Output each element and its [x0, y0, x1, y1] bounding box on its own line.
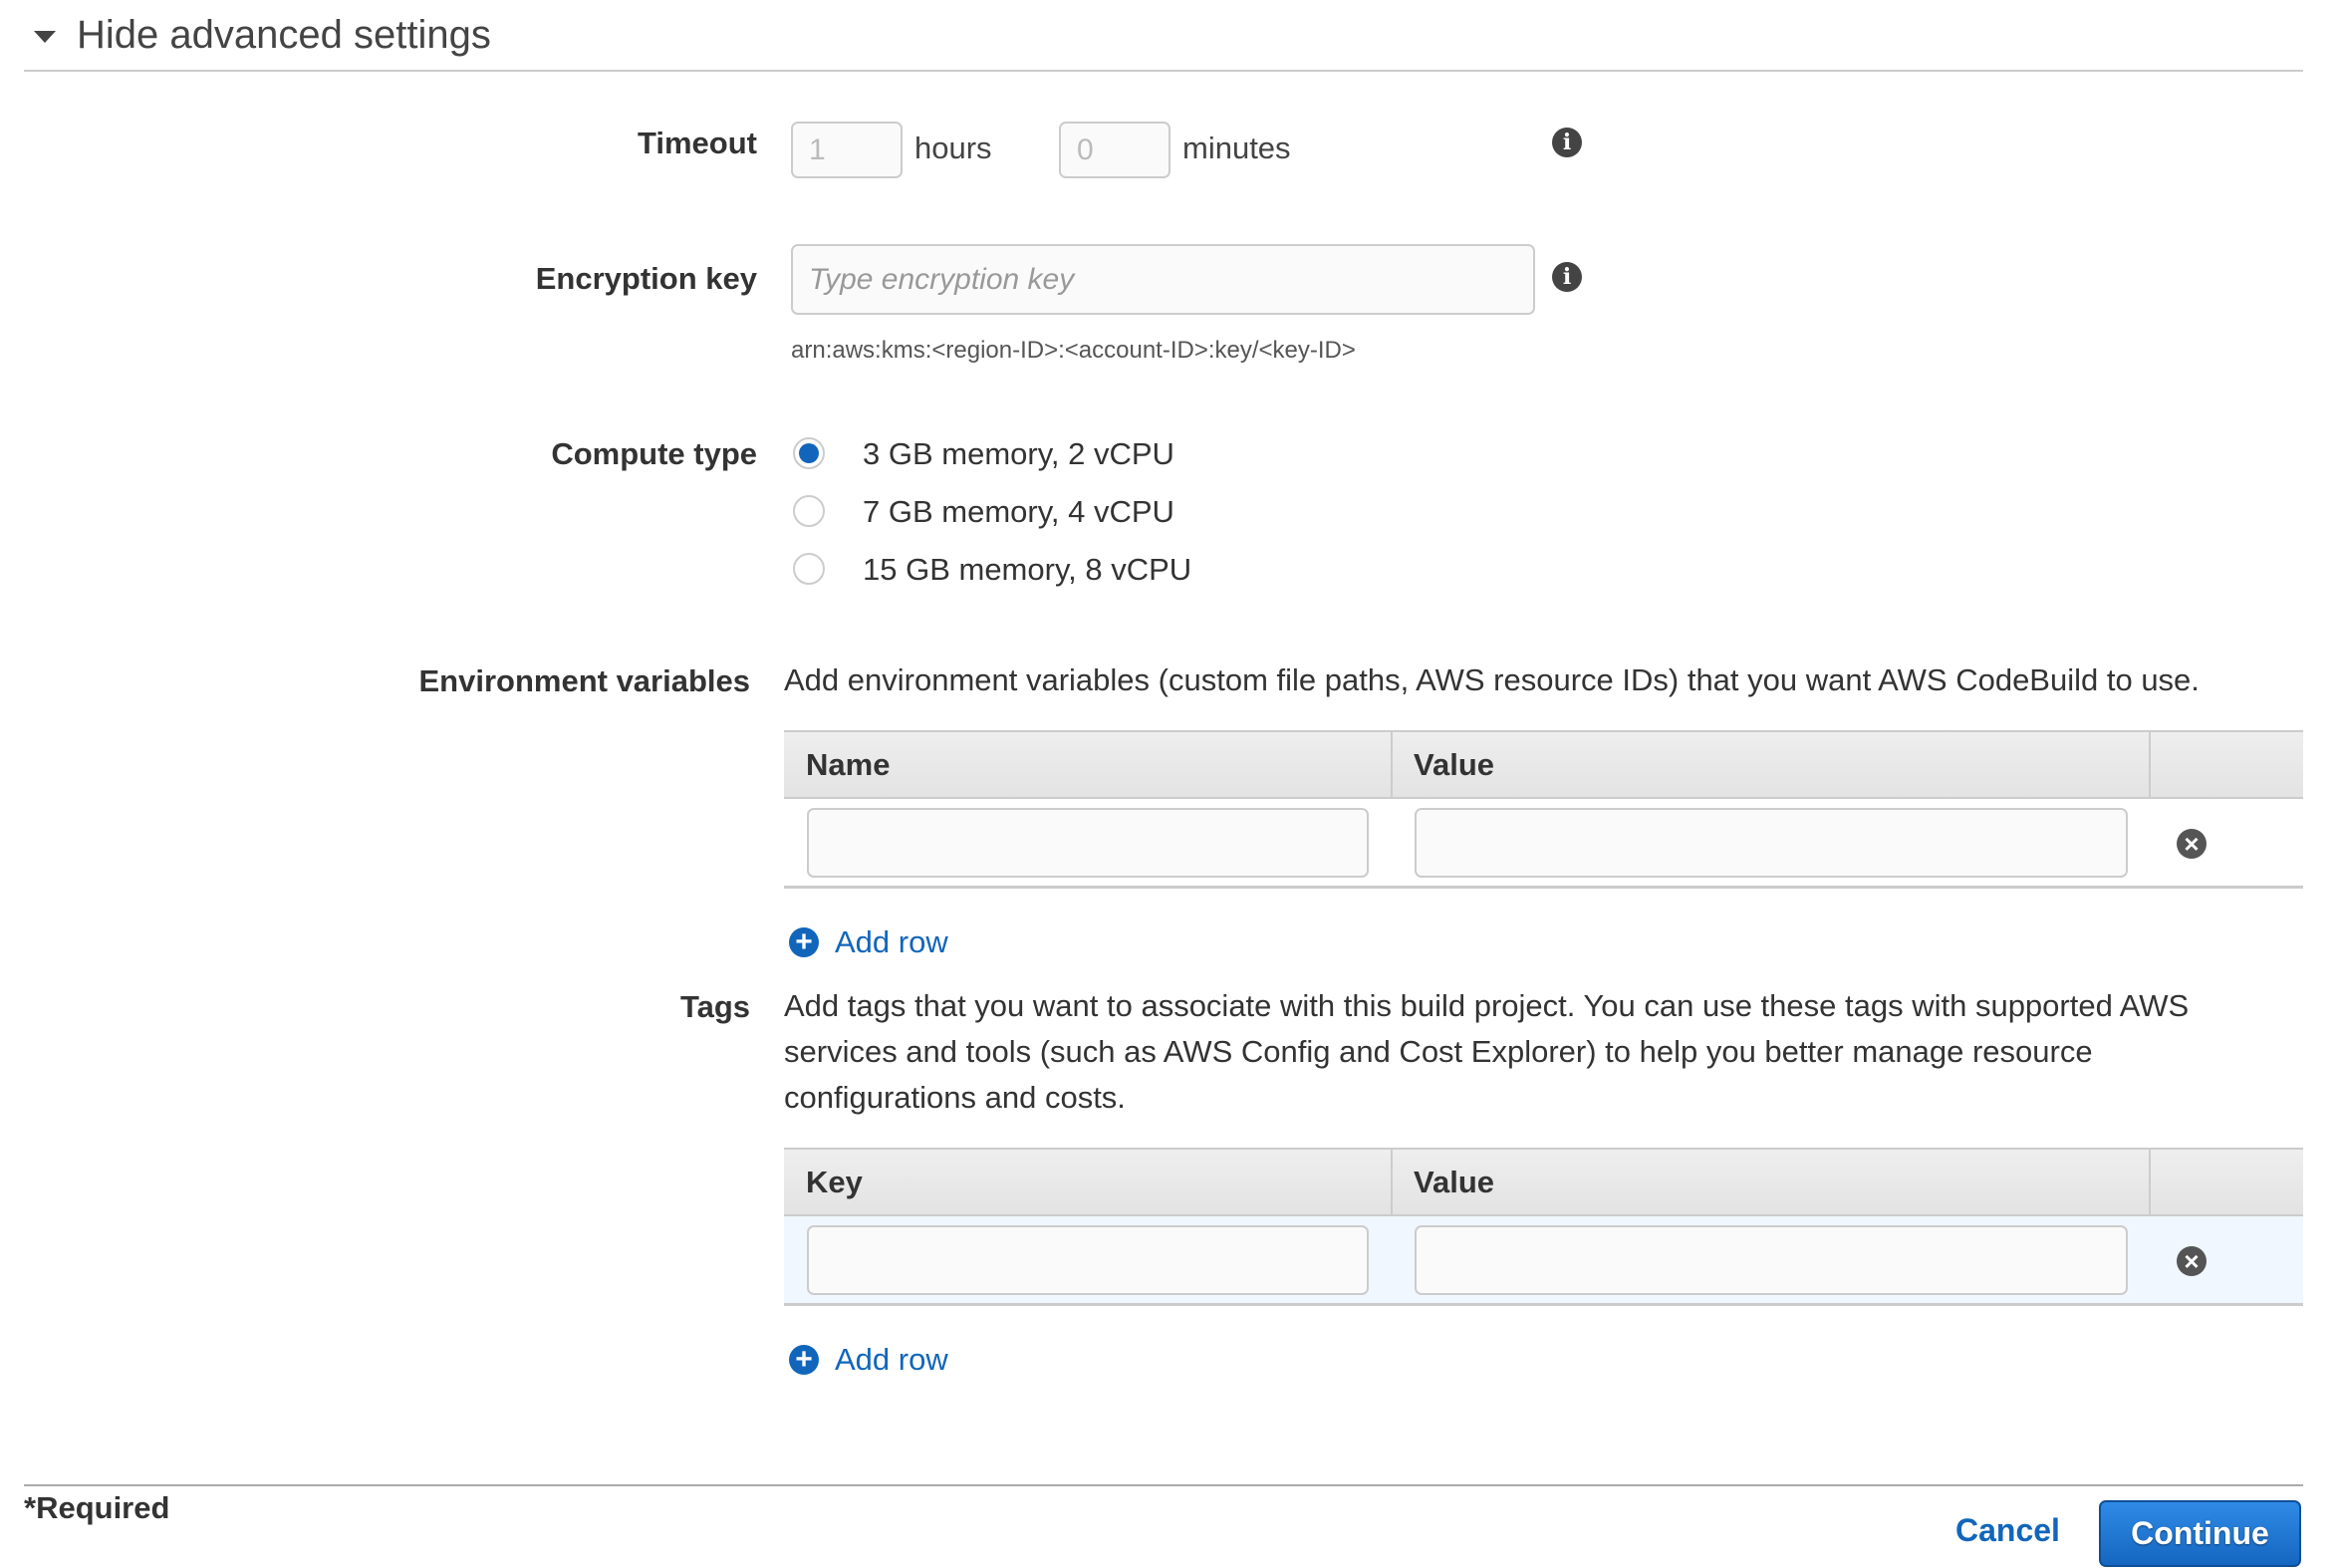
tag-key-input[interactable] — [807, 1225, 1369, 1295]
column-header-value: Value — [1414, 746, 1494, 782]
tags-description-line: services and tools (such as AWS Config a… — [784, 1034, 2093, 1069]
table-header: Name Value — [784, 730, 2303, 799]
remove-row-icon[interactable]: × — [2177, 829, 2207, 859]
plus-circle-icon: + — [789, 927, 819, 957]
table-row: × — [784, 1216, 2303, 1306]
required-note: *Required — [24, 1490, 170, 1525]
tags-add-row-button[interactable]: + Add row — [789, 1342, 948, 1378]
footer-divider — [24, 1484, 2303, 1486]
tag-value-input[interactable] — [1415, 1225, 2128, 1295]
hours-unit-label: hours — [914, 131, 992, 165]
column-header-key: Key — [806, 1164, 863, 1199]
tags-description: Add tags that you want to associate with… — [784, 983, 2189, 1121]
radio-selected-dot — [799, 443, 819, 463]
compute-type-option-label[interactable]: 15 GB memory, 8 vCPU — [863, 552, 1191, 588]
encryption-key-helper: arn:aws:kms:<region-ID>:<account-ID>:key… — [791, 337, 1356, 364]
column-separator — [2149, 1150, 2151, 1214]
tags-label: Tags — [679, 989, 750, 1024]
add-row-label: Add row — [835, 924, 948, 959]
environment-variables-table: Name Value × — [784, 730, 2303, 890]
tags-table: Key Value × — [784, 1148, 2303, 1307]
environment-variables-label: Environment variables — [418, 663, 750, 698]
table-header: Key Value — [784, 1148, 2303, 1216]
remove-row-icon[interactable]: × — [2177, 1246, 2207, 1276]
compute-type-option-label[interactable]: 3 GB memory, 2 vCPU — [863, 436, 1174, 472]
timeout-info-icon[interactable]: i — [1552, 128, 1582, 157]
encryption-info-icon[interactable]: i — [1552, 262, 1582, 292]
env-name-input[interactable] — [807, 808, 1369, 878]
column-header-value: Value — [1414, 1164, 1494, 1199]
compute-type-radio[interactable] — [793, 553, 825, 585]
compute-type-radio[interactable] — [793, 495, 825, 527]
column-header-name: Name — [806, 746, 891, 782]
env-value-input[interactable] — [1415, 808, 2128, 878]
env-add-row-button[interactable]: + Add row — [789, 924, 948, 960]
minutes-unit-label: minutes — [1182, 131, 1291, 165]
hide-advanced-settings-toggle[interactable]: Hide advanced settings — [24, 0, 491, 70]
encryption-key-input[interactable] — [791, 244, 1535, 315]
compute-type-label: Compute type — [551, 436, 757, 471]
compute-type-option-label[interactable]: 7 GB memory, 4 vCPU — [863, 494, 1174, 530]
add-row-label: Add row — [835, 1342, 948, 1377]
continue-button[interactable]: Continue — [2099, 1500, 2301, 1567]
cancel-button[interactable]: Cancel — [1955, 1512, 2060, 1549]
column-separator — [2149, 732, 2151, 797]
caret-down-icon — [34, 31, 56, 43]
table-row: × — [784, 799, 2303, 889]
compute-type-radio[interactable] — [793, 437, 825, 469]
tags-description-line: configurations and costs. — [784, 1080, 1126, 1115]
section-title: Hide advanced settings — [77, 12, 491, 57]
plus-circle-icon: + — [789, 1345, 819, 1375]
timeout-hours-input[interactable] — [791, 122, 903, 178]
tags-description-line: Add tags that you want to associate with… — [784, 988, 2190, 1023]
timeout-label: Timeout — [638, 126, 757, 160]
environment-variables-description: Add environment variables (custom file p… — [784, 662, 2200, 697]
timeout-minutes-input[interactable] — [1059, 122, 1170, 178]
section-divider — [24, 70, 2303, 72]
encryption-key-label: Encryption key — [535, 261, 757, 296]
